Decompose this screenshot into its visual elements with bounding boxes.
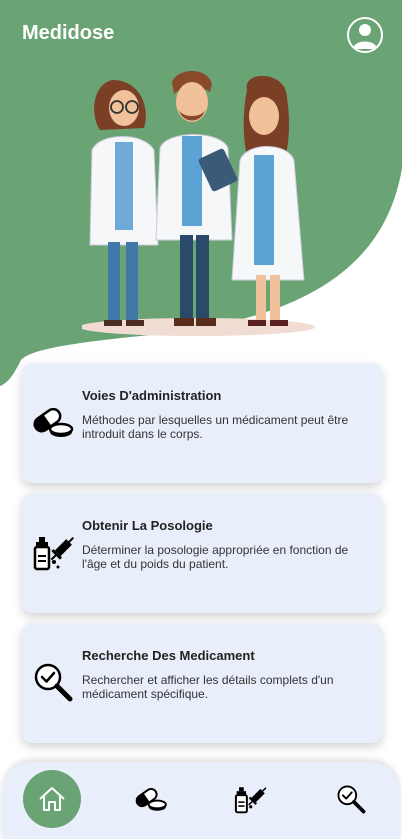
bottom-navigation: [2, 762, 400, 839]
doctor-left-figure: [89, 80, 159, 326]
hero-header: Medidose: [0, 0, 402, 400]
pill-capsule-icon: [135, 787, 167, 811]
card-recherche-medicament[interactable]: Recherche Des Medicament Rechercher et a…: [22, 623, 382, 743]
nav-recherche-button[interactable]: [322, 770, 380, 828]
search-check-icon: [34, 663, 73, 702]
nav-administration-button[interactable]: [122, 770, 180, 828]
syringe-bottle-icon: [33, 536, 75, 571]
card-voies-administration[interactable]: Voies D'administration Méthodes par lesq…: [22, 363, 382, 483]
doctor-middle-figure: [155, 71, 238, 326]
card-title: Recherche Des Medicament: [82, 648, 255, 663]
app-title: Medidose: [22, 22, 115, 44]
user-circle-icon: [353, 24, 377, 49]
pill-capsule-icon: [33, 407, 74, 437]
syringe-bottle-icon: [234, 787, 267, 814]
search-check-icon: [337, 785, 366, 814]
card-title: Obtenir La Posologie: [82, 518, 213, 533]
nav-posologie-button[interactable]: [221, 770, 279, 828]
home-icon: [39, 787, 65, 811]
card-description: Méthodes par lesquelles un médicament pe…: [82, 413, 349, 441]
doctor-right-figure: [231, 75, 305, 326]
card-title: Voies D'administration: [82, 388, 222, 403]
nav-home-button[interactable]: [23, 770, 81, 828]
card-description: Rechercher et afficher les détails compl…: [82, 673, 334, 701]
doctors-illustration: [82, 71, 315, 336]
card-obtenir-posologie[interactable]: Obtenir La Posologie Déterminer la posol…: [22, 493, 382, 613]
profile-button[interactable]: [347, 17, 383, 53]
card-description: Déterminer la posologie appropriée en fo…: [82, 543, 349, 571]
